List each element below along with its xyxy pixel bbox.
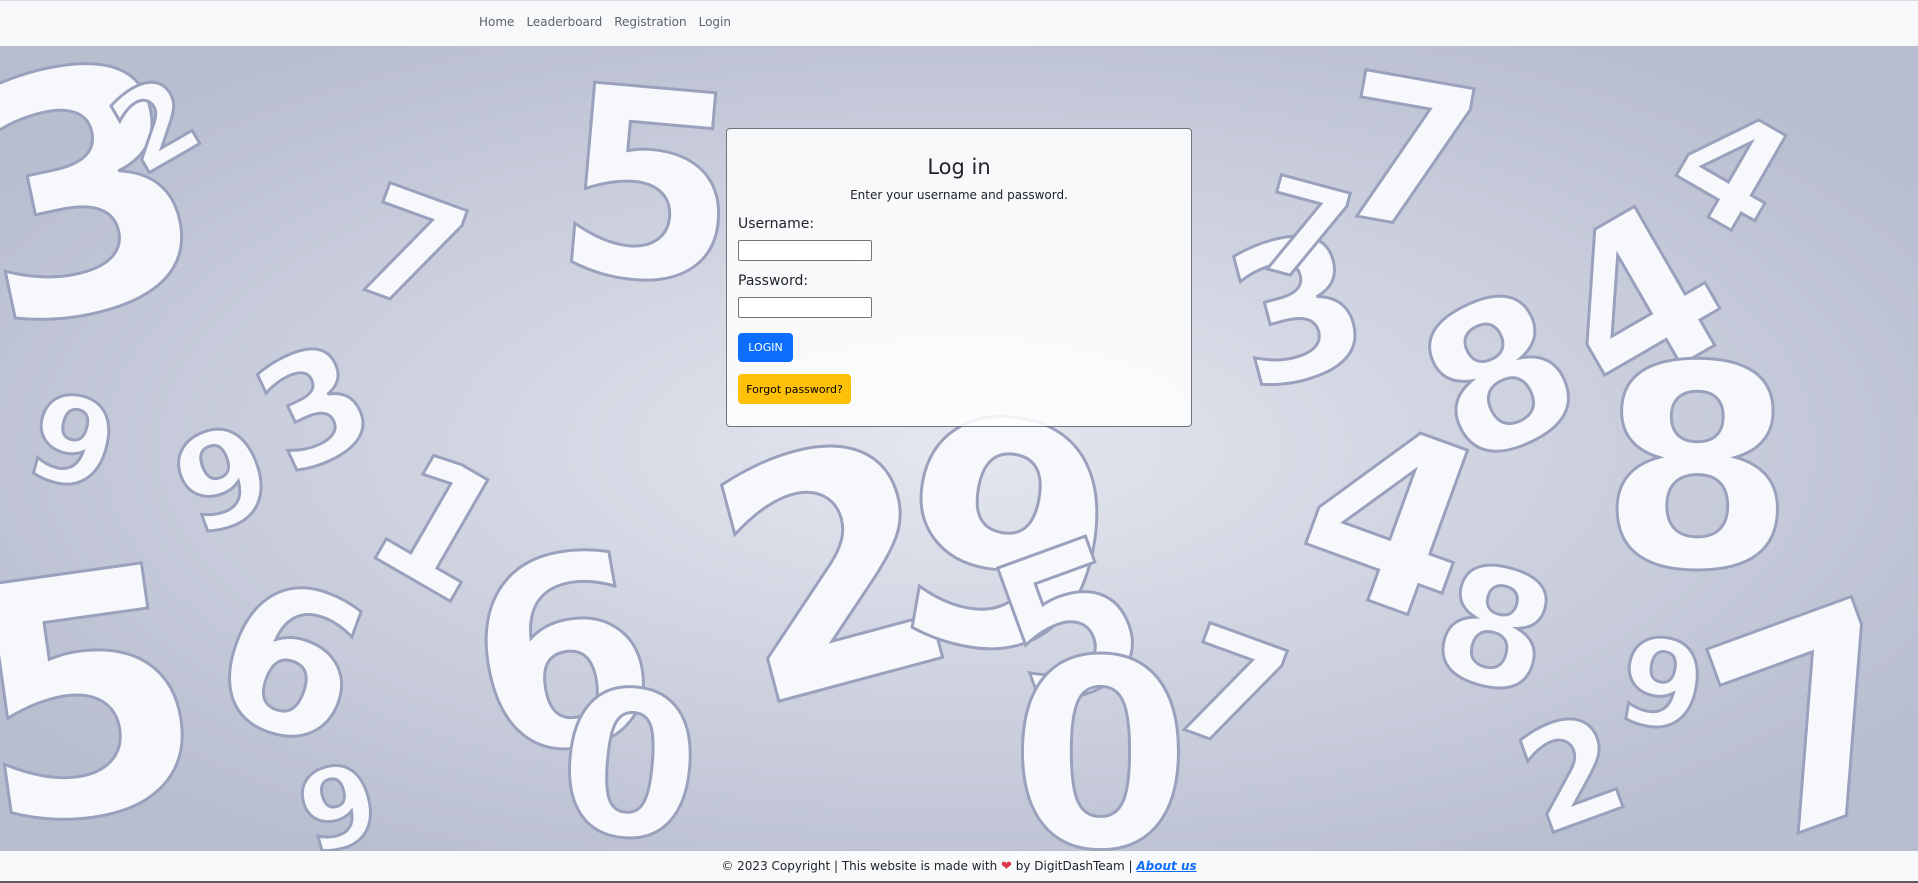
forgot-password-button[interactable]: Forgot password?: [738, 374, 851, 404]
nav-leaderboard-link[interactable]: Leaderboard: [520, 14, 608, 30]
nav-registration-link[interactable]: Registration: [608, 14, 692, 30]
username-label: Username:: [738, 216, 815, 232]
login-card: Log in Enter your username and password.…: [726, 128, 1192, 427]
top-navbar: Home Leaderboard Registration Login: [0, 0, 1918, 46]
footer-copyright: © 2023 Copyright | This website is made …: [721, 859, 998, 873]
username-input[interactable]: [738, 240, 872, 261]
footer-team: by DigitDashTeam |: [1015, 859, 1133, 873]
password-label: Password:: [738, 273, 809, 289]
nav-login-link[interactable]: Login: [693, 14, 737, 30]
about-us-link[interactable]: About us: [1136, 859, 1196, 873]
svg-text:0: 0: [550, 644, 709, 851]
login-title: Log in: [927, 155, 991, 179]
numbers-background: 3 2 7 3 9 9 1 5 6 9 6 0 5 2 9 5 0 3 7 4 …: [0, 46, 1918, 851]
nav-menu: Home Leaderboard Registration Login: [479, 14, 737, 30]
login-subtitle: Enter your username and password.: [850, 188, 1068, 202]
heart-icon: ❤: [1001, 859, 1012, 874]
login-button[interactable]: LOGIN: [738, 333, 793, 362]
password-input[interactable]: [738, 297, 872, 318]
svg-text:5: 5: [545, 46, 752, 346]
footer: © 2023 Copyright | This website is made …: [0, 851, 1918, 883]
nav-home-link[interactable]: Home: [479, 14, 520, 30]
